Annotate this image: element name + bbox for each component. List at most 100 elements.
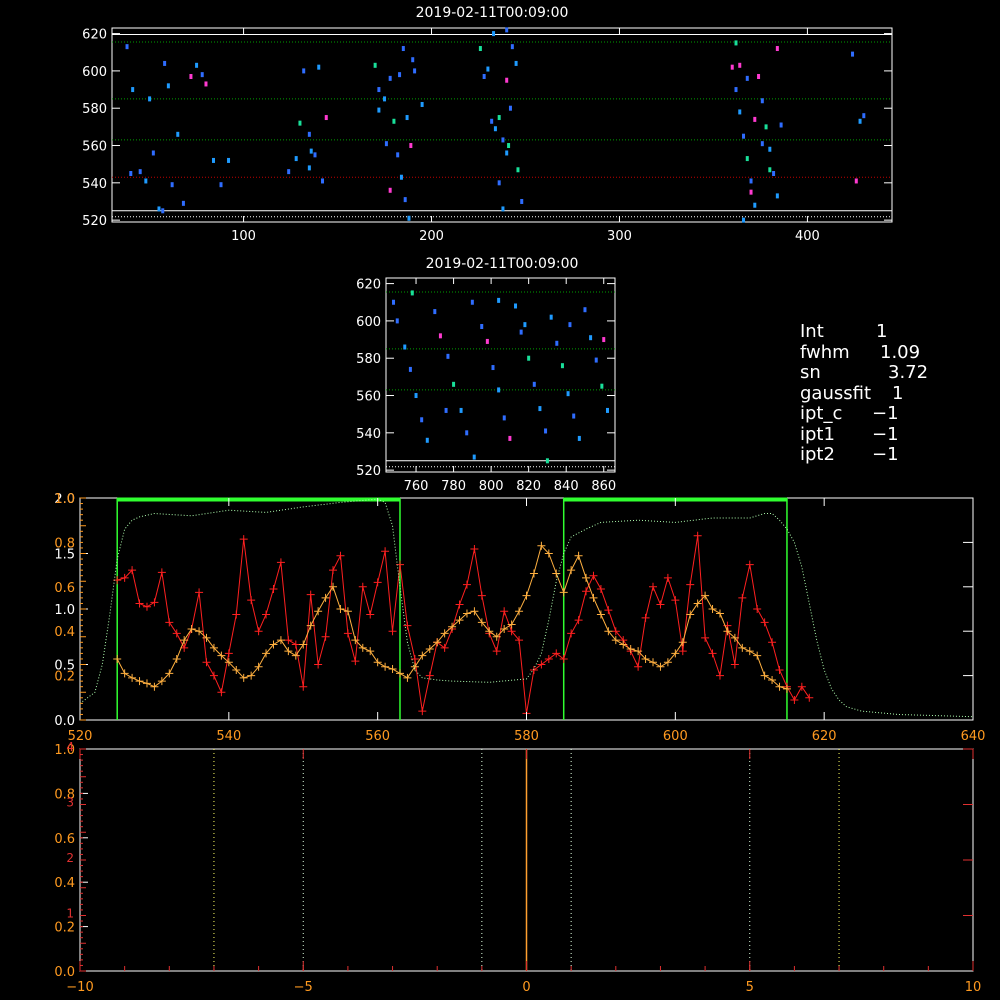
data-point xyxy=(775,46,779,52)
data-point xyxy=(459,407,463,413)
data-point xyxy=(734,40,738,46)
data-point xyxy=(734,87,738,93)
data-point xyxy=(510,44,514,50)
data-point xyxy=(373,62,377,68)
series-point xyxy=(128,673,137,682)
data-point xyxy=(433,309,437,315)
series-point xyxy=(693,531,702,540)
info-line-fwhm: fwhm 1.09 xyxy=(800,341,921,363)
data-point xyxy=(408,366,412,372)
series-point xyxy=(537,660,546,669)
y-tick-label: 560 xyxy=(82,140,107,155)
profile-plot-frame xyxy=(79,497,974,721)
series-point xyxy=(120,669,129,678)
x-tick-label: 0 xyxy=(522,980,530,995)
series-point xyxy=(232,610,241,619)
data-point xyxy=(176,131,180,137)
data-point xyxy=(392,118,396,124)
series-point xyxy=(239,535,248,544)
y2-tick-label: 0.6 xyxy=(54,581,75,596)
data-point xyxy=(302,68,306,74)
series-point xyxy=(381,547,390,556)
series-point xyxy=(321,632,330,641)
series-point xyxy=(649,658,658,667)
data-point xyxy=(163,60,167,66)
figure-canvas: 2019-02-11T00:09:00 100 200 300 40052054056… xyxy=(54,5,985,995)
data-point xyxy=(377,107,381,113)
series-point xyxy=(336,605,345,613)
x-tick-label: 760 xyxy=(404,479,429,494)
x-tick-label: 820 xyxy=(516,479,541,494)
x-tick-label: 580 xyxy=(514,729,539,744)
series-point xyxy=(715,609,724,618)
series-point xyxy=(247,596,256,605)
data-point xyxy=(309,148,313,154)
data-point xyxy=(396,152,400,158)
data-point xyxy=(413,68,417,74)
series-point xyxy=(775,666,784,675)
data-point xyxy=(779,122,783,128)
series-point xyxy=(567,629,576,638)
series-point xyxy=(425,671,434,680)
data-point xyxy=(858,118,862,124)
info-line-ipt1: ipt1 −1 xyxy=(800,423,899,445)
series-point xyxy=(582,587,591,596)
data-point xyxy=(151,150,155,156)
series-point xyxy=(135,677,144,686)
data-point xyxy=(497,297,501,303)
data-point xyxy=(742,133,746,139)
data-point xyxy=(508,435,512,441)
data-point xyxy=(600,383,604,389)
y-tick-label: 520 xyxy=(82,214,107,229)
x-tick-label: 5 xyxy=(746,980,754,995)
y-tick-label: 0.0 xyxy=(54,714,75,729)
info-line-int: Int 1 xyxy=(800,321,888,342)
data-point xyxy=(501,137,505,143)
series-point xyxy=(544,654,553,663)
data-point xyxy=(204,81,208,87)
data-point xyxy=(583,307,587,313)
series-point xyxy=(366,610,375,619)
y-tick-label: 0.6 xyxy=(54,832,75,847)
y2-tick-label: 4 xyxy=(66,740,74,754)
data-point xyxy=(545,458,549,464)
series-point xyxy=(515,607,524,616)
data-point xyxy=(560,363,564,369)
x-tick-label: 840 xyxy=(554,479,579,494)
data-point xyxy=(472,454,476,460)
series-point xyxy=(113,654,122,663)
y-tick-label: 0.0 xyxy=(54,965,75,980)
series-point xyxy=(321,593,330,602)
series-point xyxy=(358,582,367,591)
data-point xyxy=(383,96,387,102)
data-point xyxy=(749,189,753,195)
data-point xyxy=(523,322,527,328)
series-point xyxy=(470,607,479,616)
data-point xyxy=(538,406,542,412)
data-point xyxy=(549,314,553,320)
series-point xyxy=(753,651,762,660)
y-tick-label: 560 xyxy=(356,390,381,405)
x-tick-label: 200 xyxy=(419,229,444,244)
series-point xyxy=(381,662,390,671)
x-tick-label: 560 xyxy=(365,729,390,744)
series-point xyxy=(492,647,501,656)
x-tick-label: 860 xyxy=(591,479,616,494)
data-point xyxy=(764,124,768,130)
data-point xyxy=(166,83,170,89)
data-point xyxy=(749,178,753,184)
y2-tick-label: 0.8 xyxy=(54,536,75,551)
data-point xyxy=(384,141,388,147)
y-tick-label: 620 xyxy=(356,278,381,293)
series-point xyxy=(559,588,568,597)
x-tick-label: 600 xyxy=(663,729,688,744)
data-point xyxy=(287,169,291,175)
y-tick-label: 580 xyxy=(82,102,107,117)
info-line-sn: sn 3.72 xyxy=(800,362,929,383)
x-tick-label: 800 xyxy=(479,479,504,494)
series-point xyxy=(224,649,233,658)
data-point xyxy=(317,64,321,70)
data-point xyxy=(313,152,317,158)
data-point xyxy=(200,72,204,78)
data-point xyxy=(491,365,495,371)
